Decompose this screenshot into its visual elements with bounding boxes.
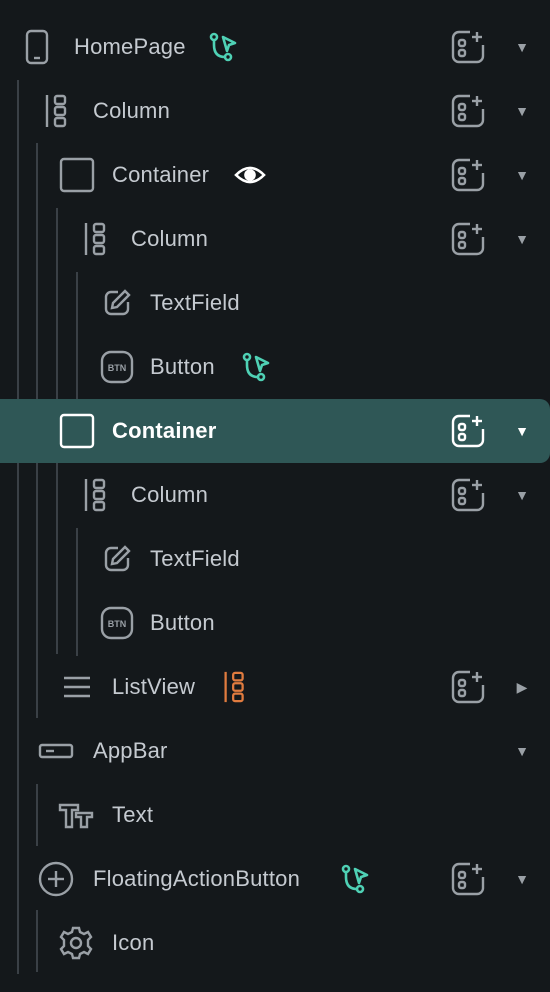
column-icon [79,477,115,513]
tree-row-label: AppBar [93,738,168,763]
svg-text:BTN: BTN [108,363,127,373]
expand-chevron-right-icon[interactable]: ▶ [512,677,532,697]
tree-row-homepage[interactable]: HomePage ▼ [0,15,550,79]
add-child-icon[interactable] [449,860,487,898]
add-child-icon[interactable] [449,28,487,66]
expand-chevron-down-icon[interactable]: ▼ [512,229,532,249]
tree-row-label: FloatingActionButton [93,866,301,891]
button-icon: BTN [99,349,135,385]
expand-chevron-down-icon[interactable]: ▼ [512,37,532,57]
text-icon [58,797,94,833]
edit-icon [99,285,135,321]
plus-circle-icon [38,861,74,897]
column-icon [79,221,115,257]
tree-row-label: Column [93,98,171,123]
tree-row-container[interactable]: Container ▼ [0,143,550,207]
settings-icon [58,925,94,961]
action-flow-icon[interactable] [239,350,273,384]
tree-row-textfield[interactable]: TextField [0,527,550,591]
edit-icon [99,541,135,577]
add-child-icon[interactable] [449,156,487,194]
tree-row-label: HomePage [74,34,186,59]
tree-row-label: TextField [150,546,240,571]
tree-row-label: Button [150,354,215,379]
phone-icon [19,29,55,65]
column-badge-icon [219,670,253,704]
expand-chevron-down-icon[interactable]: ▼ [512,485,532,505]
tree-row-label: Button [150,610,215,635]
widget-tree: HomePage ▼ Column ▼ Container ▼ Column ▼… [0,0,550,992]
tree-row-label: Column [131,482,209,507]
button-icon: BTN [99,605,135,641]
tree-row-label: ListView [112,674,196,699]
container-icon [59,157,95,193]
tree-row-label: Icon [112,930,155,955]
tree-row-appbar[interactable]: AppBar ▼ [0,719,550,783]
column-icon [40,93,76,129]
add-child-icon[interactable] [449,412,487,450]
tree-row-container-selected[interactable]: Container ▼ [0,399,550,463]
container-icon [59,413,95,449]
tree-row-icon[interactable]: Icon [0,911,550,975]
add-child-icon[interactable] [449,476,487,514]
tree-row-floatingactionbutton[interactable]: FloatingActionButton ▼ [0,847,550,911]
tree-row-button[interactable]: BTN Button [0,591,550,655]
action-flow-icon[interactable] [338,862,372,896]
list-icon [59,669,95,705]
expand-chevron-down-icon[interactable]: ▼ [512,741,532,761]
tree-row-label: Column [131,226,209,251]
expand-chevron-down-icon[interactable]: ▼ [512,869,532,889]
tree-row-column[interactable]: Column ▼ [0,463,550,527]
tree-row-text[interactable]: Text [0,783,550,847]
tree-row-column[interactable]: Column ▼ [0,79,550,143]
eye-icon[interactable] [233,158,267,192]
appbar-icon [38,733,74,769]
add-child-icon[interactable] [449,220,487,258]
tree-row-label: Text [112,802,154,827]
add-child-icon[interactable] [449,668,487,706]
tree-row-textfield[interactable]: TextField [0,271,550,335]
svg-text:BTN: BTN [108,619,127,629]
expand-chevron-down-icon[interactable]: ▼ [512,421,532,441]
tree-row-listview[interactable]: ListView ▶ [0,655,550,719]
tree-row-label: Container [112,418,217,443]
tree-row-label: TextField [150,290,240,315]
tree-row-column[interactable]: Column ▼ [0,207,550,271]
add-child-icon[interactable] [449,92,487,130]
tree-row-label: Container [112,162,210,187]
tree-row-button[interactable]: BTN Button [0,335,550,399]
expand-chevron-down-icon[interactable]: ▼ [512,165,532,185]
expand-chevron-down-icon[interactable]: ▼ [512,101,532,121]
action-flow-icon[interactable] [206,30,240,64]
